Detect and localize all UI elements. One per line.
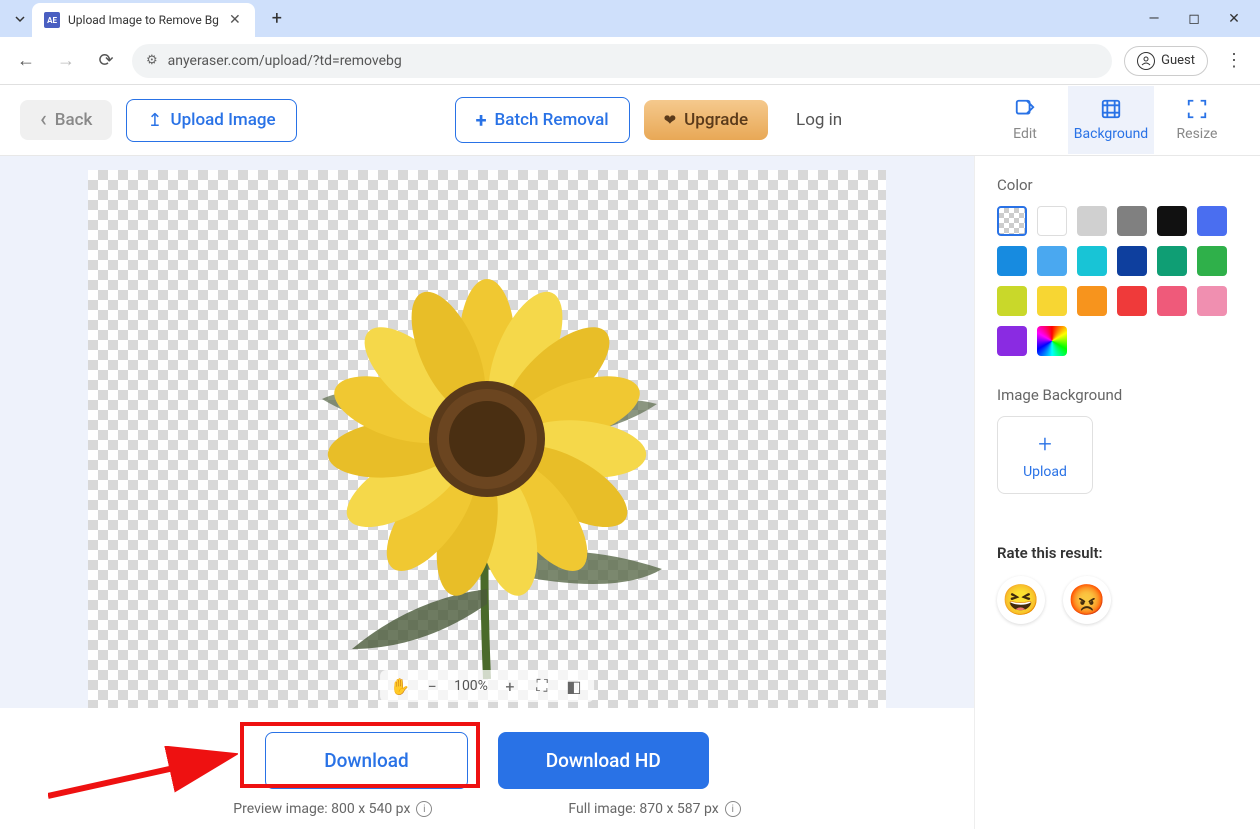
color-swatch-ffffff[interactable]: [1037, 206, 1067, 236]
zoom-in-icon[interactable]: +: [500, 676, 520, 696]
upload-label: Upload Image: [170, 110, 275, 130]
color-swatch-808080[interactable]: [1117, 206, 1147, 236]
reload-button[interactable]: ⟳: [92, 47, 120, 75]
tab-background[interactable]: Background: [1068, 86, 1154, 154]
favicon-icon: AE: [44, 12, 60, 28]
color-swatch-transparent[interactable]: [997, 206, 1027, 236]
back-button[interactable]: Back: [20, 100, 112, 140]
color-swatch-8a2be2[interactable]: [997, 326, 1027, 356]
profile-icon: [1137, 52, 1155, 70]
color-swatch-0e3f9e[interactable]: [1117, 246, 1147, 276]
color-swatch-ef5a7a[interactable]: [1157, 286, 1187, 316]
tab-dropdown[interactable]: [8, 7, 32, 31]
rating-heading: Rate this result:: [997, 544, 1238, 562]
compare-icon[interactable]: ◧: [564, 676, 584, 696]
tab-resize[interactable]: Resize: [1154, 86, 1240, 154]
browser-menu-icon[interactable]: ⋮: [1220, 47, 1248, 75]
resize-icon: [1186, 98, 1208, 120]
color-swatch-c9d82a[interactable]: [997, 286, 1027, 316]
back-nav-button[interactable]: ←: [12, 47, 40, 75]
color-swatch-f08fb0[interactable]: [1197, 286, 1227, 316]
rating-happy-button[interactable]: 😆: [997, 576, 1045, 624]
close-tab-icon[interactable]: ✕: [227, 12, 243, 28]
back-label: Back: [55, 110, 93, 130]
preview-image-info: Preview image: 800 x 540 px i: [233, 801, 432, 817]
color-swatch-d0d0d0[interactable]: [1077, 206, 1107, 236]
login-link[interactable]: Log in: [796, 110, 842, 130]
rating-angry-button[interactable]: 😡: [1063, 576, 1111, 624]
tab-title: Upload Image to Remove Bg: [68, 13, 219, 27]
image-canvas[interactable]: ✋ − 100% + ⛶ ◧: [88, 170, 886, 708]
browser-tab[interactable]: AE Upload Image to Remove Bg ✕: [32, 3, 255, 37]
color-swatch-4a6ef0[interactable]: [1197, 206, 1227, 236]
upgrade-button[interactable]: Upgrade: [644, 100, 768, 140]
upload-bg-label: Upload: [1023, 464, 1067, 480]
edit-tab-label: Edit: [1013, 126, 1037, 142]
minimize-icon[interactable]: —: [1144, 11, 1164, 27]
guest-label: Guest: [1161, 53, 1195, 68]
info-icon[interactable]: i: [725, 801, 741, 817]
resize-tab-label: Resize: [1177, 126, 1218, 142]
url-text: anyeraser.com/upload/?td=removebg: [168, 53, 402, 69]
color-swatch-4aa8f0[interactable]: [1037, 246, 1067, 276]
plus-icon: +: [1038, 430, 1052, 458]
color-swatches: [997, 206, 1238, 356]
full-image-info: Full image: 870 x 587 px i: [568, 801, 740, 817]
fullscreen-icon[interactable]: ⛶: [532, 676, 552, 696]
tab-edit[interactable]: Edit: [982, 86, 1068, 154]
color-swatch-178be0[interactable]: [997, 246, 1027, 276]
edit-icon: [1014, 98, 1036, 120]
color-swatch-2fb04a[interactable]: [1197, 246, 1227, 276]
background-tab-label: Background: [1074, 126, 1148, 142]
zoom-toolbar: ✋ − 100% + ⛶ ◧: [380, 670, 594, 702]
profile-button[interactable]: Guest: [1124, 46, 1208, 76]
info-icon[interactable]: i: [416, 801, 432, 817]
site-settings-icon[interactable]: ⚙: [146, 53, 158, 68]
batch-label: Batch Removal: [495, 110, 609, 130]
maximize-icon[interactable]: ◻: [1184, 11, 1204, 27]
result-image: [262, 259, 712, 679]
color-swatch-ef3a3a[interactable]: [1117, 286, 1147, 316]
pan-icon[interactable]: ✋: [390, 676, 410, 696]
upload-background-button[interactable]: + Upload: [997, 416, 1093, 494]
color-heading: Color: [997, 176, 1238, 194]
close-window-icon[interactable]: ✕: [1224, 11, 1244, 27]
address-bar[interactable]: ⚙ anyeraser.com/upload/?td=removebg: [132, 44, 1112, 78]
color-swatch-f7941d[interactable]: [1077, 286, 1107, 316]
upload-image-button[interactable]: Upload Image: [126, 99, 296, 142]
upgrade-label: Upgrade: [684, 110, 748, 130]
zoom-out-icon[interactable]: −: [422, 676, 442, 696]
image-background-heading: Image Background: [997, 386, 1238, 404]
color-swatch-111111[interactable]: [1157, 206, 1187, 236]
download-hd-button[interactable]: Download HD: [498, 732, 709, 789]
color-swatch-0f9e74[interactable]: [1157, 246, 1187, 276]
download-button[interactable]: Download: [265, 732, 467, 789]
color-swatch-18c4d6[interactable]: [1077, 246, 1107, 276]
forward-nav-button[interactable]: →: [52, 47, 80, 75]
batch-removal-button[interactable]: Batch Removal: [455, 97, 630, 143]
color-swatch-f7d633[interactable]: [1037, 286, 1067, 316]
new-tab-button[interactable]: +: [263, 5, 291, 33]
background-icon: [1100, 98, 1122, 120]
color-swatch-picker[interactable]: [1037, 326, 1067, 356]
zoom-level: 100%: [454, 678, 488, 694]
